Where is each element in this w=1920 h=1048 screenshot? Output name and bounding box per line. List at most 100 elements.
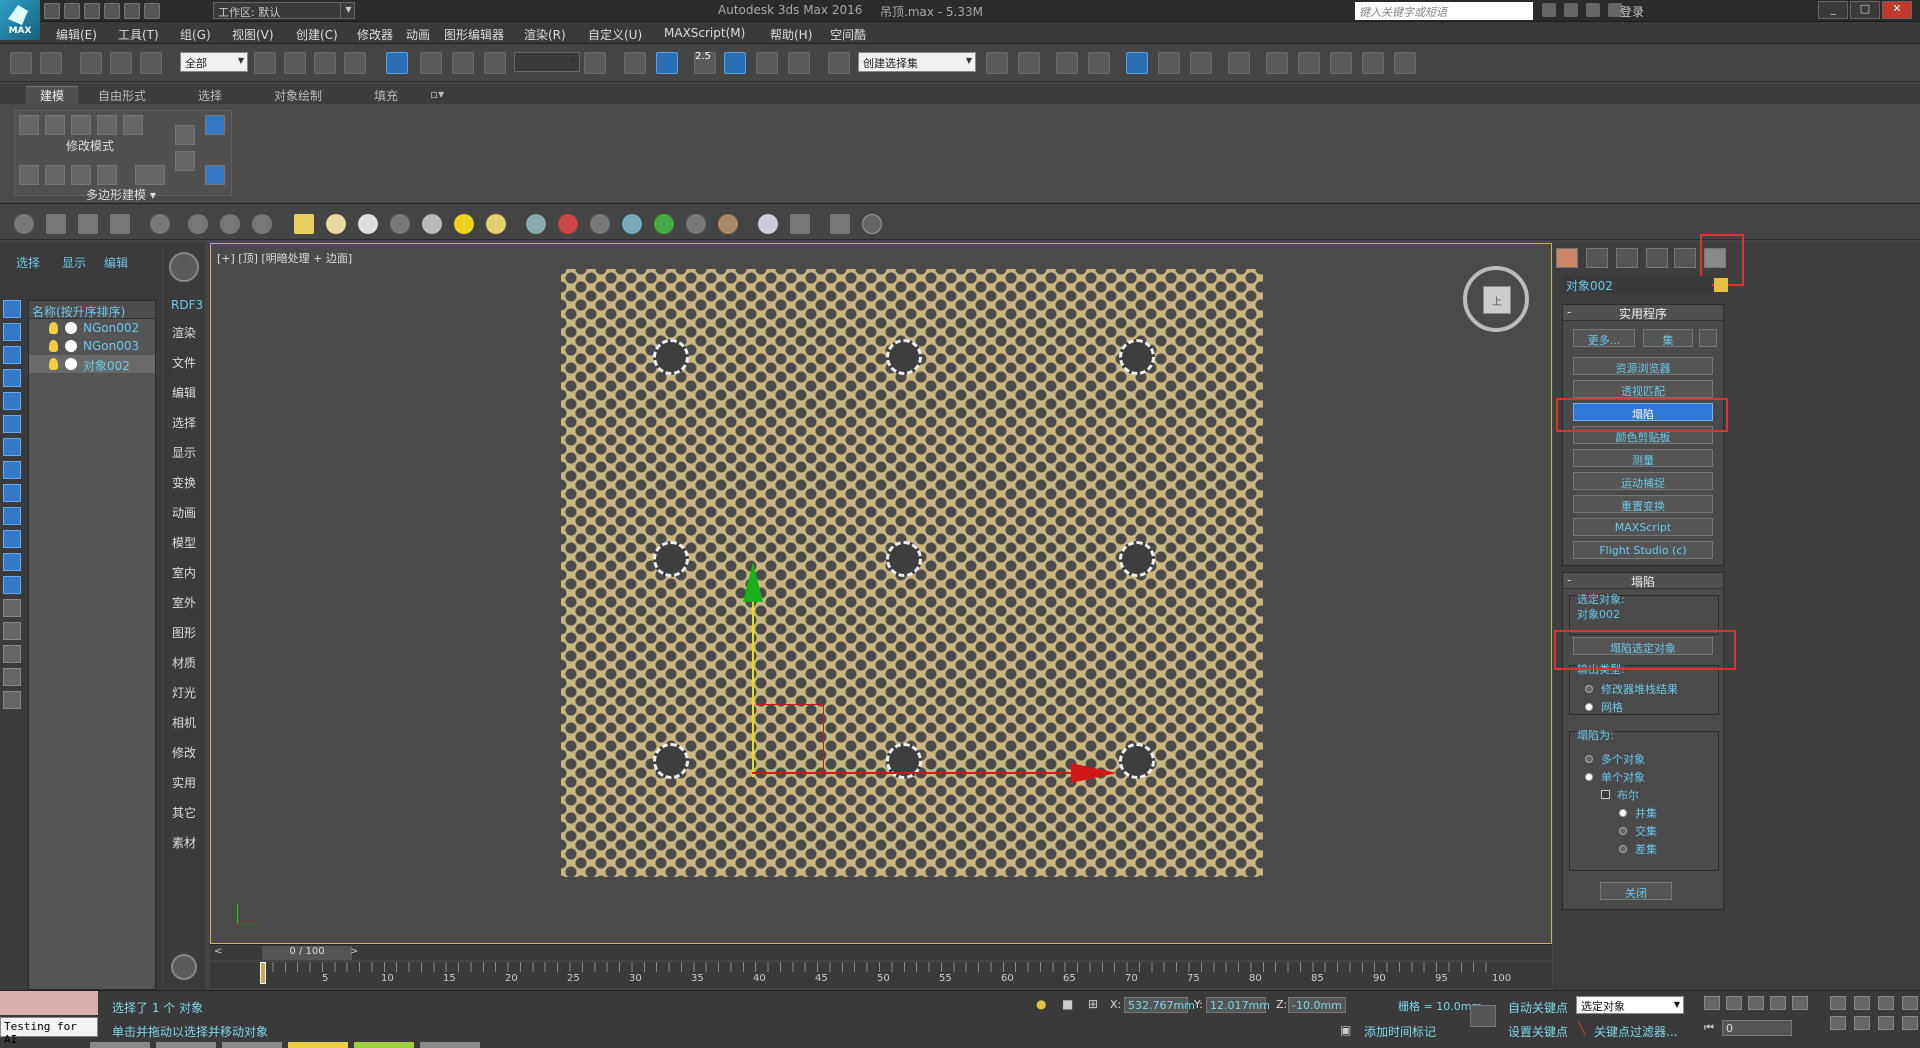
named-selection-dropdown[interactable]: 创建选择集	[858, 52, 976, 72]
radio-intersection[interactable]	[1619, 827, 1627, 835]
plant-icon[interactable]	[654, 214, 674, 234]
collapse-rollout-title[interactable]: 塌陷	[1563, 573, 1723, 589]
light-bulb-icon[interactable]	[49, 322, 58, 334]
list-item[interactable]: NGon002	[29, 319, 155, 337]
taskbar-item[interactable]	[288, 1042, 348, 1048]
modifier-icon[interactable]	[45, 165, 65, 185]
maximize-viewport-icon[interactable]	[1902, 1016, 1918, 1030]
absolute-mode-icon[interactable]: ⊞	[1088, 997, 1098, 1011]
unlink-icon[interactable]	[110, 52, 132, 74]
cmd-animation[interactable]: 动画	[172, 504, 196, 521]
radio-multiple-objects[interactable]	[1585, 755, 1593, 763]
sphere-icon[interactable]	[358, 214, 378, 234]
menu-graph-editors[interactable]: 图形编辑器	[444, 26, 504, 43]
render-production-icon[interactable]	[1330, 52, 1352, 74]
menu-rendering[interactable]: 渲染(R)	[524, 26, 566, 43]
z-coordinate-field[interactable]: -10.0mm	[1288, 997, 1346, 1013]
filter-funnel-icon[interactable]	[3, 645, 21, 663]
viewcube[interactable]: 上	[1463, 266, 1529, 332]
y-coordinate-field[interactable]: 12.017mm	[1206, 997, 1270, 1013]
zoom-extents-icon[interactable]	[1878, 996, 1894, 1010]
gizmo-x-axis[interactable]	[752, 772, 1072, 774]
radio-union[interactable]	[1619, 809, 1627, 817]
select-object-icon[interactable]	[254, 52, 276, 74]
cmd-materials[interactable]: 材质	[172, 654, 196, 671]
cmd-display[interactable]: 显示	[172, 444, 196, 461]
terrain-icon[interactable]	[718, 214, 738, 234]
undo-icon[interactable]	[10, 52, 32, 74]
teapot-icon[interactable]	[14, 214, 34, 234]
fov-icon[interactable]	[1830, 1016, 1846, 1030]
cmd-interior[interactable]: 室内	[172, 564, 196, 581]
lattice-ceiling-mesh[interactable]	[561, 269, 1263, 877]
taskbar-item[interactable]	[222, 1042, 282, 1048]
ribbon-poly-label[interactable]: 多边形建模 ▾	[86, 186, 156, 203]
select-move-icon[interactable]	[386, 52, 408, 74]
taskbar-item[interactable]	[354, 1042, 414, 1048]
menu-views[interactable]: 视图(V)	[232, 26, 274, 43]
taskbar-item[interactable]	[420, 1042, 480, 1048]
x-coordinate-field[interactable]: 532.767mm	[1124, 997, 1195, 1013]
list-item[interactable]: 对象002	[29, 355, 155, 373]
current-frame-field[interactable]: 0	[1722, 1020, 1792, 1036]
sets-button[interactable]: 集	[1643, 329, 1693, 347]
create-tab-icon[interactable]	[1556, 248, 1578, 268]
track-bar[interactable]: 5 10 15 20 25 30 35 40 45 50 55 60 65 70…	[210, 962, 1552, 988]
object-name-field[interactable]: 对象002	[1562, 276, 1712, 294]
menu-customize[interactable]: 自定义(U)	[588, 26, 642, 43]
settings-icon[interactable]	[171, 954, 197, 980]
keyboard-shortcut-override-icon[interactable]	[656, 52, 678, 74]
filter-spacewarps-icon[interactable]	[3, 415, 21, 433]
restore-icon[interactable]: □	[1850, 1, 1880, 19]
curve-editor-icon[interactable]	[1158, 52, 1180, 74]
display-tab-icon[interactable]	[1674, 248, 1696, 268]
menu-animation[interactable]: 动画	[406, 26, 430, 43]
zoom-extents-all-icon[interactable]	[1902, 996, 1918, 1010]
window-crossing-icon[interactable]	[344, 52, 366, 74]
schematic-view-icon[interactable]	[1190, 52, 1212, 74]
hemisphere-icon[interactable]	[326, 214, 346, 234]
visibility-icon[interactable]	[65, 340, 77, 352]
modify-tab-icon[interactable]	[1586, 248, 1608, 268]
frame-counter[interactable]: 0 / 100	[262, 946, 352, 960]
cmd-edit[interactable]: 编辑	[172, 384, 196, 401]
filter-geometry-icon[interactable]	[3, 300, 21, 318]
lock-icon[interactable]: ■	[1062, 997, 1073, 1011]
redo-icon[interactable]	[40, 52, 62, 74]
tab-freeform[interactable]: 自由形式	[98, 87, 146, 104]
table-icon[interactable]	[790, 214, 810, 234]
bowl-icon[interactable]	[390, 214, 410, 234]
redo-icon[interactable]	[124, 3, 140, 19]
new-file-icon[interactable]	[44, 3, 60, 19]
cmd-assets[interactable]: 素材	[172, 834, 196, 851]
pan-icon[interactable]	[1854, 1016, 1870, 1030]
hierarchy-tab-icon[interactable]	[1616, 248, 1638, 268]
key-filters-button[interactable]: 关键点过滤器...	[1594, 1023, 1677, 1040]
skylight-icon[interactable]	[486, 214, 506, 234]
visibility-icon[interactable]	[65, 322, 77, 334]
selection-filter-dropdown[interactable]: 全部	[180, 52, 248, 72]
vertex-icon[interactable]	[19, 115, 39, 135]
filter-all-icon[interactable]	[3, 576, 21, 594]
undo-icon[interactable]	[104, 3, 120, 19]
time-slider[interactable]: < 0 / 100 >	[210, 944, 1552, 960]
scene-list-header[interactable]: 名称(按升序排序)	[29, 301, 155, 319]
motion-tab-icon[interactable]	[1646, 248, 1668, 268]
cmd-render[interactable]: 渲染	[172, 324, 196, 341]
polygon-icon[interactable]	[97, 115, 117, 135]
render-setup-icon[interactable]	[1266, 52, 1288, 74]
auto-key-button[interactable]: 自动关键点	[1508, 999, 1568, 1016]
cmd-utilities[interactable]: 实用	[172, 774, 196, 791]
gizmo-y-axis[interactable]	[752, 602, 754, 777]
tab-selection[interactable]: 选择	[198, 87, 222, 104]
link-icon[interactable]	[80, 52, 102, 74]
render-cloud-icon[interactable]	[1394, 52, 1416, 74]
app-logo[interactable]: MAX	[0, 0, 40, 40]
preview-icon[interactable]	[175, 125, 195, 145]
percent-snap-icon[interactable]	[756, 52, 778, 74]
go-to-end-icon[interactable]	[1792, 996, 1808, 1010]
find-icon[interactable]	[3, 668, 21, 686]
radio-subtraction[interactable]	[1619, 845, 1627, 853]
spacewarp-icon[interactable]	[252, 214, 272, 234]
cmd-shapes[interactable]: 图形	[172, 624, 196, 641]
